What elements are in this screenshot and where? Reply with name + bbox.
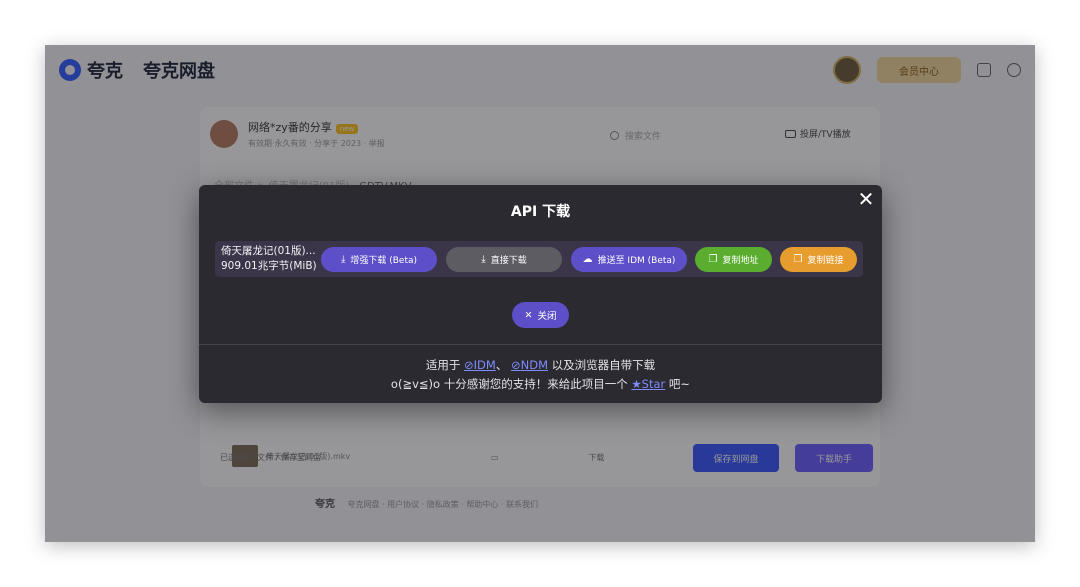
close-icon: ✕: [524, 309, 533, 321]
compat-note: 适用于 ⊘IDM、 ⊘NDM 以及浏览器自带下载: [199, 357, 882, 373]
download-icon: ⤓: [481, 253, 486, 265]
browser-window: 夸克 夸克网盘 会员中心 网络*zy番的分享 new 有效期·永久有效 · 分享于…: [45, 45, 1035, 542]
copy-icon: ❐: [793, 253, 803, 265]
ndm-link[interactable]: ⊘NDM: [511, 358, 548, 372]
thanks-text: o(≧v≦)o 十分感谢您的支持！来给此项目一个: [390, 377, 628, 391]
star-link[interactable]: ★Star: [631, 377, 665, 391]
api-download-dialog: API 下载 ✕ 倚天屠龙记(01版)... 909.01兆字节(MiB) ⤓ …: [199, 185, 882, 403]
dialog-divider: [199, 344, 882, 345]
close-button[interactable]: ✕ 关闭: [512, 302, 569, 328]
copy-link-label: 复制链接: [807, 255, 844, 266]
file-download-row: 倚天屠龙记(01版)... 909.01兆字节(MiB) ⤓ 增强下载 (Bet…: [215, 241, 863, 277]
close-icon[interactable]: ✕: [856, 189, 876, 209]
dialog-title: API 下载: [510, 204, 571, 220]
enhanced-download-button[interactable]: ⤓ 增强下载 (Beta): [321, 246, 437, 272]
star-icon: ★: [631, 377, 642, 391]
star-link-text: Star: [641, 377, 666, 391]
copy-address-button[interactable]: ❐ 复制地址: [695, 246, 772, 272]
copy-address-label: 复制地址: [722, 255, 759, 266]
idm-link[interactable]: ⊘IDM: [464, 358, 496, 372]
push-idm-button[interactable]: ☁ 推送至 IDM (Beta): [571, 246, 687, 272]
download-icon: ⤓: [340, 253, 346, 265]
copy-icon: ❐: [708, 253, 718, 265]
close-button-label: 关闭: [537, 311, 557, 322]
push-idm-label: 推送至 IDM (Beta): [597, 255, 676, 266]
compat-separator: 、: [495, 358, 508, 372]
copy-link-button[interactable]: ❐ 复制链接: [780, 246, 857, 272]
direct-download-button[interactable]: ⤓ 直接下载: [446, 246, 562, 272]
idm-link-text: IDM: [473, 358, 496, 372]
thanks-note: o(≧v≦)o 十分感谢您的支持！来给此项目一个 ★Star 吧~: [199, 376, 882, 392]
file-info: 倚天屠龙记(01版)... 909.01兆字节(MiB): [221, 244, 321, 274]
file-name: 倚天屠龙记(01版)...: [221, 245, 316, 257]
file-size: 909.01兆字节(MiB): [221, 260, 317, 272]
direct-download-label: 直接下载: [490, 255, 527, 266]
compat-suffix: 以及浏览器自带下载: [551, 358, 656, 372]
ndm-link-text: NDM: [520, 358, 548, 372]
thanks-end: 吧~: [668, 377, 691, 391]
cloud-upload-icon: ☁: [582, 253, 593, 265]
enhanced-download-label: 增强下载 (Beta): [350, 255, 418, 266]
compat-prefix: 适用于: [425, 358, 461, 372]
